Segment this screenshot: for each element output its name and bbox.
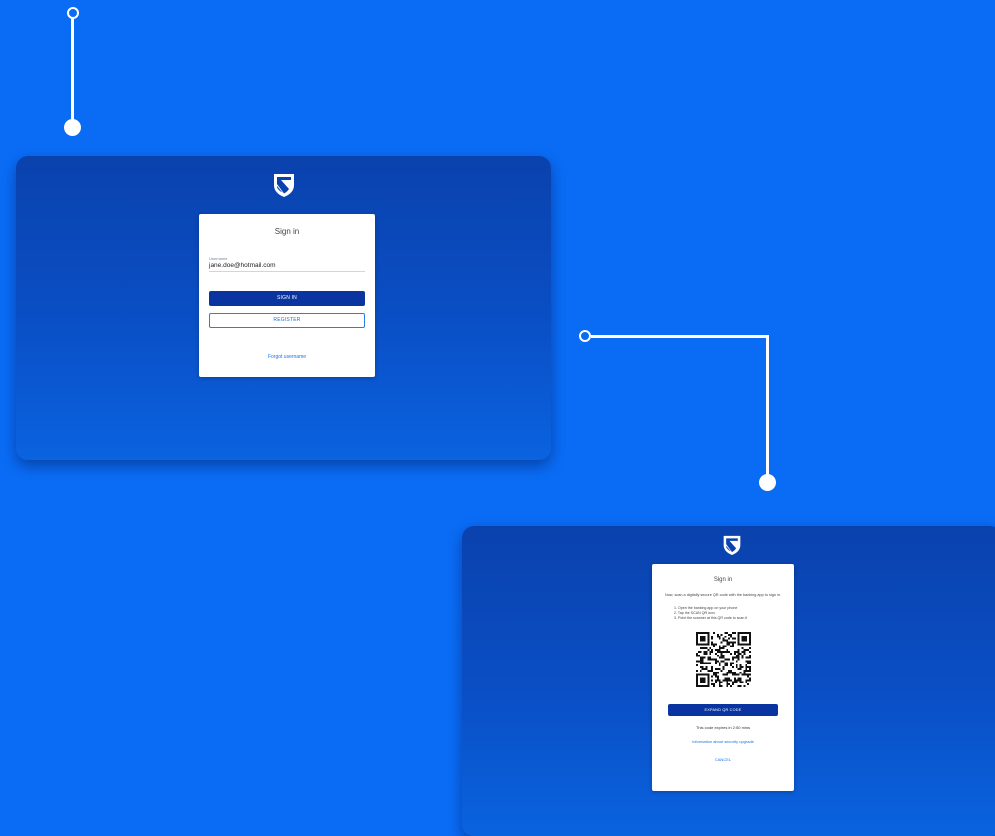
bank-shield-logo-icon [723, 535, 741, 555]
qr-signin-card: Sign in Now, scan a digitally secure QR … [652, 564, 794, 791]
connector-start-ring [579, 330, 591, 342]
sign-in-button[interactable]: SIGN IN [209, 291, 365, 306]
connector-end-dot [759, 474, 776, 491]
username-field[interactable]: Username jane.doe@hotmail.com [209, 256, 365, 272]
username-input[interactable]: jane.doe@hotmail.com [209, 262, 365, 269]
connector-line [71, 17, 74, 127]
connector-line [766, 335, 769, 477]
connector-end-dot [64, 119, 81, 136]
security-upgrade-info-link[interactable]: Information about security upgrade [652, 739, 794, 744]
expand-qr-code-button[interactable]: EXPAND QR CODE [668, 704, 778, 716]
qr-signin-screen: Sign in Now, scan a digitally secure QR … [462, 526, 995, 836]
qr-steps-list: 1. Open the banking app on your phone 2.… [674, 606, 794, 621]
cancel-button[interactable]: CANCEL [652, 757, 794, 762]
connector-line [591, 335, 769, 338]
page-title: Sign in [274, 227, 300, 236]
signin-card: Sign in Username jane.doe@hotmail.com SI… [199, 214, 375, 377]
bank-shield-logo-icon [273, 174, 294, 197]
signin-screen: Sign in Username jane.doe@hotmail.com SI… [16, 156, 551, 460]
page-title: Sign in [713, 577, 733, 583]
list-item: 3. Point the scanner at this QR code to … [674, 616, 748, 620]
username-label: Username [209, 256, 228, 261]
forgot-username-link[interactable]: Forgot username [199, 354, 375, 360]
register-button[interactable]: REGISTER [209, 313, 365, 328]
qr-expiry-text: This code expires in 2:50 mins [695, 725, 751, 730]
qr-code-icon [695, 632, 751, 687]
qr-description: Now, scan a digitally secure QR code wit… [664, 593, 782, 597]
